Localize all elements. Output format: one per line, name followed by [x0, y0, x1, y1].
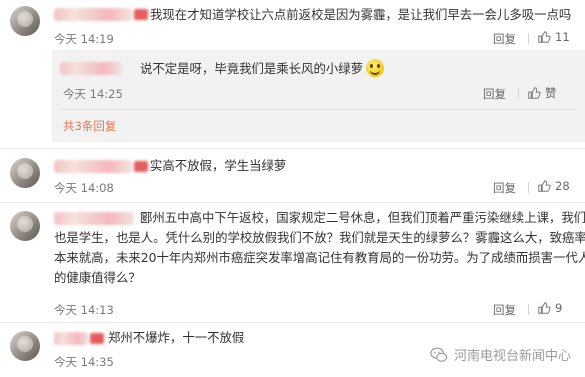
- smile-emoji-icon: [366, 59, 385, 77]
- divider: [528, 182, 529, 193]
- sub-reply-content: 说不定是呀，毕竟我们是乘长风的小绿萝: [140, 61, 364, 76]
- like-button[interactable]: 9: [537, 301, 562, 315]
- thumbs-up-icon: [538, 180, 551, 192]
- like-label: 赞: [545, 86, 557, 100]
- comment-text: 实高不放假，学生当绿萝: [150, 158, 287, 173]
- sub-reply-time: 今天 14:25: [63, 87, 123, 101]
- like-count: 28: [555, 179, 570, 193]
- avatar[interactable]: [10, 331, 40, 361]
- comment-text-line: 也是学生，也是人。凭什么别的学校放假我们不放？我们就是天生的绿萝么？雾霾这么大，…: [54, 230, 585, 245]
- sub-reply-box: 说不定是呀，毕竟我们是乘长风的小绿萝 今天 14:25 回复 赞 共3条回复: [52, 50, 585, 142]
- thumbs-up-icon: [538, 302, 551, 314]
- divider: [0, 148, 585, 149]
- divider: [518, 88, 519, 99]
- username-redacted[interactable]: [54, 332, 88, 345]
- reply-button[interactable]: 回复: [483, 86, 506, 102]
- like-button[interactable]: 28: [537, 179, 570, 193]
- avatar[interactable]: [10, 211, 40, 241]
- username-redacted[interactable]: [60, 62, 122, 75]
- reply-button[interactable]: 回复: [493, 180, 516, 196]
- comment-text: 郑州不爆炸，十一不放假: [108, 330, 245, 345]
- divider: [0, 202, 585, 203]
- divider: [60, 109, 577, 110]
- like-count: 11: [555, 30, 570, 44]
- thumbs-up-icon: [538, 31, 551, 43]
- like-button[interactable]: 11: [537, 30, 570, 44]
- comment-text-line: 本来就高，未来20十年内郑州市癌症突发率增高记住有教育局的一份功劳。为了成绩而损…: [54, 250, 585, 265]
- username-redacted[interactable]: [54, 212, 134, 225]
- divider: [528, 304, 529, 315]
- wechat-logo-icon: [430, 347, 448, 362]
- reply-button[interactable]: 回复: [493, 31, 516, 47]
- comment-text-line: 郾州五中高中下午返校，国家规定二号休息，但我们顶着严重污染继续上课，我们: [140, 210, 585, 225]
- watermark-text: 河南电视台新闻中心: [453, 349, 571, 364]
- divider: [528, 33, 529, 44]
- view-more-replies-link[interactable]: 共3条回复: [63, 118, 116, 134]
- watermark: 河南电视台新闻中心: [430, 345, 571, 364]
- avatar[interactable]: [10, 158, 40, 188]
- like-button[interactable]: 赞: [527, 85, 557, 101]
- thumbs-up-icon: [528, 87, 541, 99]
- username-redacted[interactable]: [54, 8, 132, 21]
- reply-button[interactable]: 回复: [493, 302, 516, 318]
- username-redacted[interactable]: [54, 160, 132, 173]
- comment-time: 今天 14:19: [54, 32, 114, 46]
- comment-time: 今天 14:35: [54, 355, 114, 369]
- avatar[interactable]: [10, 6, 40, 36]
- comment-text: 我现在才知道学校让六点前返校是因为雾霾，是让我们早去一会儿多吸一点吗: [150, 7, 572, 22]
- comment-text-line: 的健康值得么？: [54, 270, 141, 285]
- like-count: 9: [555, 301, 563, 315]
- comment-time: 今天 14:08: [54, 181, 114, 195]
- sub-reply-text: 说不定是呀，毕竟我们是乘长风的小绿萝: [140, 59, 385, 78]
- divider: [0, 322, 585, 323]
- comment-time: 今天 14:13: [54, 303, 114, 317]
